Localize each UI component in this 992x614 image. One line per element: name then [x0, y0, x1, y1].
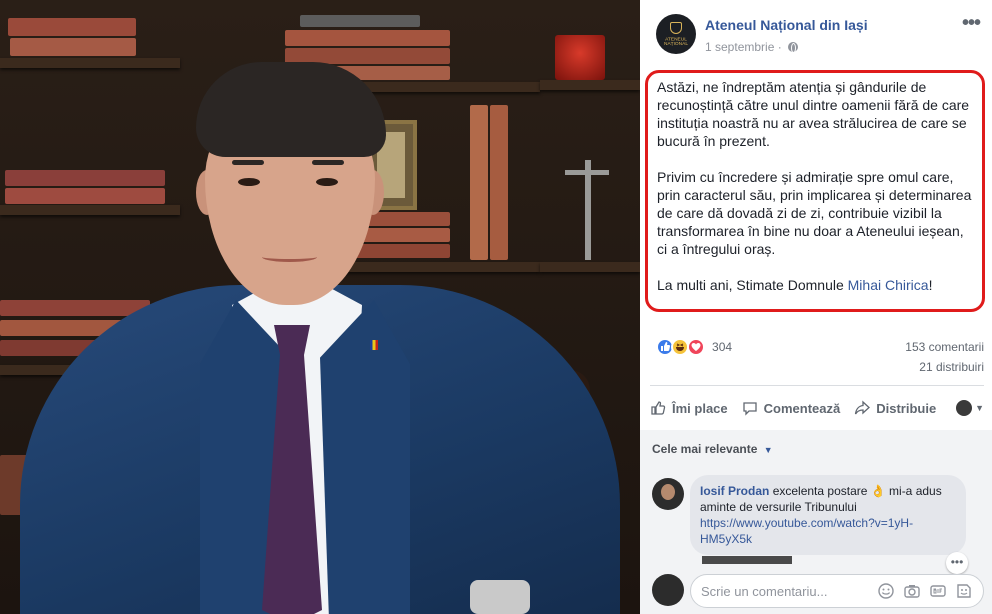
- book: [5, 188, 165, 204]
- book: [355, 228, 450, 242]
- mouth: [262, 252, 317, 262]
- commenter-avatar[interactable]: [652, 478, 684, 510]
- lapel-right: [320, 300, 410, 614]
- post-date-link[interactable]: 1 septembrie: [705, 40, 774, 54]
- post-paragraph: La multi ani, Stimate Domnule Mihai Chir…: [657, 276, 973, 294]
- avatar-text: ATENEUL NAȚIONAL: [663, 37, 688, 47]
- book: [5, 170, 165, 186]
- eyebrow: [312, 160, 344, 165]
- sticker-icon[interactable]: [955, 582, 973, 600]
- like-label: Îmi place: [672, 400, 728, 416]
- page-avatar[interactable]: ATENEUL NAȚIONAL: [656, 14, 696, 54]
- composer-tools: [877, 582, 973, 600]
- post-meta: 1 septembrie ·: [705, 40, 799, 54]
- red-lamp: [555, 35, 605, 80]
- eyebrow: [232, 160, 264, 165]
- book: [8, 18, 136, 36]
- date-separator: ·: [777, 40, 782, 54]
- post-actions: Îmi place Comentează Distribuie ▼: [650, 392, 984, 424]
- post-text-highlighted: Astăzi, ne îndreptăm atenția și gânduril…: [645, 70, 985, 312]
- comment-author-link[interactable]: Iosif Prodan: [700, 484, 769, 498]
- post-as-selector[interactable]: ▼: [956, 400, 984, 416]
- comment-label: Comentează: [763, 400, 841, 416]
- reactions-summary[interactable]: 304: [656, 338, 732, 356]
- like-button[interactable]: Îmi place: [650, 400, 728, 416]
- link-preview-thumbnail[interactable]: [702, 556, 792, 564]
- comment-url-link[interactable]: https://www.youtube.com/watch?v=1yH-HM5y…: [700, 515, 956, 547]
- post-paragraph: Astăzi, ne îndreptăm atenția și gânduril…: [657, 79, 970, 149]
- candelabra: [585, 160, 591, 260]
- comment-input[interactable]: [701, 583, 871, 599]
- shelf-plank: [540, 262, 640, 272]
- book: [490, 105, 508, 260]
- camera-icon[interactable]: [903, 582, 921, 600]
- flag-pin: [370, 340, 378, 350]
- eye: [316, 178, 338, 186]
- chevron-down-icon: ▼: [975, 403, 984, 413]
- hair: [196, 62, 386, 157]
- candelabra: [565, 170, 609, 175]
- composer-avatar: [652, 574, 684, 606]
- post-paragraph: Privim cu încredere și admirație spre om…: [657, 169, 972, 257]
- reaction-count[interactable]: 304: [712, 340, 732, 354]
- comment-sort-dropdown[interactable]: Cele mai relevante ▼: [652, 442, 773, 456]
- chevron-down-icon: ▼: [763, 445, 773, 455]
- shelf-plank: [340, 262, 540, 272]
- share-icon: [855, 400, 871, 415]
- greeting-end: !: [928, 277, 933, 293]
- post-photo[interactable]: [0, 0, 640, 614]
- eye: [238, 178, 260, 186]
- comment-options-icon[interactable]: •••: [946, 552, 968, 574]
- book: [355, 244, 450, 258]
- comments-count-link[interactable]: 153 comentarii: [905, 340, 984, 354]
- user-avatar: [956, 400, 973, 416]
- book: [0, 300, 150, 316]
- shelf-plank: [0, 58, 180, 68]
- more-options-icon[interactable]: •••: [962, 13, 981, 33]
- comment-bubble: Iosif Prodan excelenta postare 👌 mi-a ad…: [690, 475, 966, 555]
- book: [10, 38, 136, 56]
- comment-composer: [690, 574, 984, 608]
- post-header: ATENEUL NAȚIONAL Ateneul Național din Ia…: [640, 0, 992, 62]
- comment-button[interactable]: Comentează: [742, 400, 841, 416]
- comment-icon: [742, 402, 757, 416]
- crest-icon: [670, 22, 682, 34]
- share-button[interactable]: Distribuie: [854, 400, 936, 416]
- greeting-text: La multi ani, Stimate Domnule: [657, 277, 848, 293]
- shares-count-link[interactable]: 21 distribuiri: [919, 360, 984, 374]
- book: [300, 15, 420, 27]
- gif-icon[interactable]: [929, 582, 947, 600]
- post-panel: ATENEUL NAȚIONAL Ateneul Național din Ia…: [640, 0, 992, 614]
- love-icon: [686, 338, 705, 356]
- thumbs-up-icon: [651, 401, 666, 415]
- watch: [470, 580, 530, 614]
- shelf-plank: [0, 205, 180, 215]
- divider: [650, 385, 984, 386]
- book: [470, 105, 488, 260]
- mention-link[interactable]: Mihai Chirica: [848, 277, 929, 293]
- emoji-icon[interactable]: [877, 582, 895, 600]
- book: [285, 30, 450, 46]
- sort-label: Cele mai relevante: [652, 442, 758, 456]
- page-name-link[interactable]: Ateneul Național din Iași: [705, 17, 868, 33]
- shelf-plank: [540, 80, 640, 90]
- globe-icon[interactable]: [788, 42, 799, 53]
- share-label: Distribuie: [876, 400, 937, 416]
